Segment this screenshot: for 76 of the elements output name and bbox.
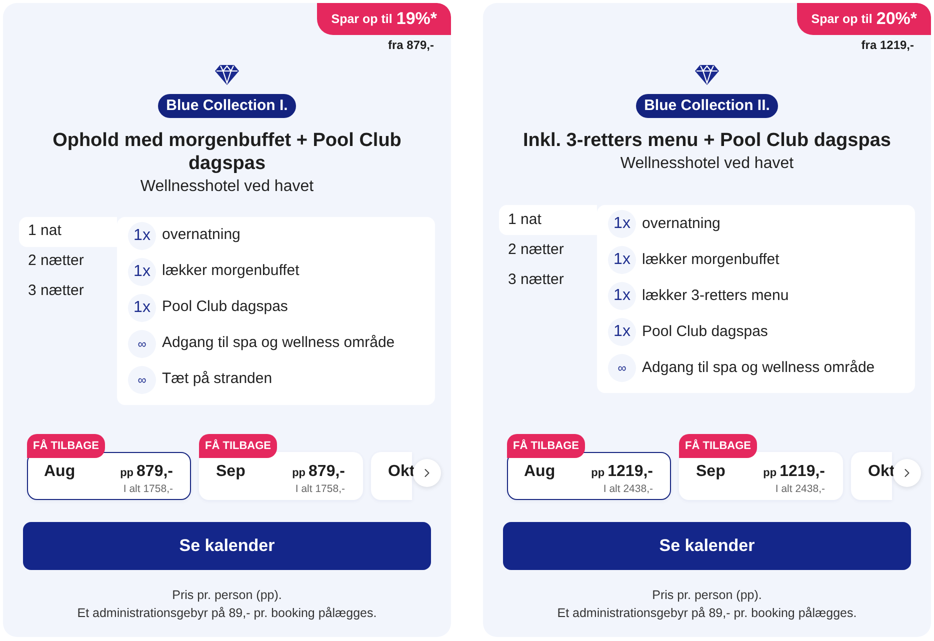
calendar-button[interactable]: Se kalender <box>23 522 431 570</box>
discount-value: 20%* <box>876 8 917 30</box>
price-note: Et administrationsgebyr på 89,- pr. booking pålægges. <box>557 605 857 622</box>
next-button[interactable] <box>413 459 441 487</box>
stay-tab[interactable]: 2 nætter <box>19 246 117 276</box>
inclusion-text: overnatning <box>162 225 240 246</box>
collection-tag: Blue Collection I. <box>158 94 296 118</box>
package-title: Ophold med morgenbuffet + Pool Club dagspas <box>52 129 402 175</box>
from-price: fra 879,- <box>388 38 434 52</box>
inclusion-text: Pool Club dagspas <box>162 297 288 318</box>
month-card[interactable]: Sep pp 879,- I alt 1758,- <box>199 452 363 500</box>
month-card[interactable]: Aug pp 879,- I alt 1758,- <box>27 452 191 500</box>
quantity-badge: 1x <box>608 282 636 310</box>
pp-label: pp <box>591 466 605 481</box>
stay-tab[interactable]: 3 nætter <box>19 276 117 306</box>
total-price: I alt 2438,- <box>775 483 825 496</box>
inclusion-text: Tæt på stranden <box>162 369 272 390</box>
month-price: 879,- <box>308 462 345 482</box>
discount-label: Spar op til <box>331 10 392 28</box>
from-price: fra 1219,- <box>861 38 914 52</box>
month-name: Okt <box>868 462 895 482</box>
inclusion-text: Adgang til spa og wellness område <box>642 358 875 378</box>
month-price: 879,- <box>136 462 173 482</box>
total-price: I alt 1758,- <box>295 483 345 496</box>
stay-tab[interactable]: 2 nætter <box>499 235 597 265</box>
hotel-subtitle: Wellnesshotel ved havet <box>140 177 314 197</box>
quantity-badge: ∞ <box>128 330 156 358</box>
quantity-badge: ∞ <box>608 354 636 382</box>
pp-label: pp <box>763 466 777 481</box>
month-card[interactable]: Okt <box>371 452 412 500</box>
quantity-badge: 1x <box>608 210 636 238</box>
collection-tag: Blue Collection II. <box>636 94 778 118</box>
diamond-icon <box>214 64 240 86</box>
month-price: 1219,- <box>608 462 653 482</box>
total-price: I alt 2438,- <box>603 483 653 496</box>
pp-label: pp <box>120 466 134 481</box>
inclusion-text: lækker 3-retters menu <box>642 286 789 306</box>
month-name: Sep <box>216 462 246 482</box>
inclusion-text: Pool Club dagspas <box>642 322 768 342</box>
total-price: I alt 1758,- <box>123 483 173 496</box>
quantity-badge: 1x <box>128 222 156 250</box>
diamond-icon <box>694 64 720 86</box>
quantity-badge: 1x <box>608 318 636 346</box>
month-name: Sep <box>696 462 726 482</box>
pp-label: pp <box>292 466 306 481</box>
inclusion-text: Adgang til spa og wellness område <box>162 333 395 354</box>
offer-tag: FÅ TILBAGE <box>27 434 105 458</box>
stay-tab[interactable]: 3 nætter <box>499 265 597 295</box>
month-card[interactable]: Okt <box>851 452 892 500</box>
offer-tag: FÅ TILBAGE <box>507 434 585 458</box>
quantity-badge: ∞ <box>128 366 156 394</box>
month-name: Aug <box>44 462 76 482</box>
offer-tag: FÅ TILBAGE <box>199 434 277 458</box>
quantity-badge: 1x <box>128 258 156 286</box>
price-note: Pris pr. person (pp). <box>652 587 762 604</box>
inclusion-text: lækker morgenbuffet <box>642 250 780 270</box>
month-name: Aug <box>524 462 556 482</box>
quantity-badge: 1x <box>128 294 156 322</box>
quantity-badge: 1x <box>608 246 636 274</box>
inclusion-text: lækker morgenbuffet <box>162 261 300 282</box>
discount-label: Spar op til <box>811 10 872 28</box>
month-card[interactable]: Sep pp 1219,- I alt 2438,- <box>679 452 843 500</box>
inclusion-text: overnatning <box>642 214 720 234</box>
calendar-button[interactable]: Se kalender <box>503 522 911 570</box>
month-card[interactable]: Aug pp 1219,- I alt 2438,- <box>507 452 671 500</box>
package-title: Inkl. 3-retters menu + Pool Club dagspas <box>523 129 891 152</box>
stay-tab[interactable]: 1 nat <box>499 205 597 235</box>
month-name: Okt <box>388 462 415 482</box>
month-price: 1219,- <box>780 462 825 482</box>
hotel-subtitle: Wellnesshotel ved havet <box>620 154 794 174</box>
price-note: Pris pr. person (pp). <box>172 587 282 604</box>
offer-tag: FÅ TILBAGE <box>679 434 757 458</box>
next-button[interactable] <box>893 459 921 487</box>
stay-tab[interactable]: 1 nat <box>19 216 117 246</box>
discount-value: 19%* <box>396 8 437 30</box>
price-note: Et administrationsgebyr på 89,- pr. booking pålægges. <box>77 605 377 622</box>
